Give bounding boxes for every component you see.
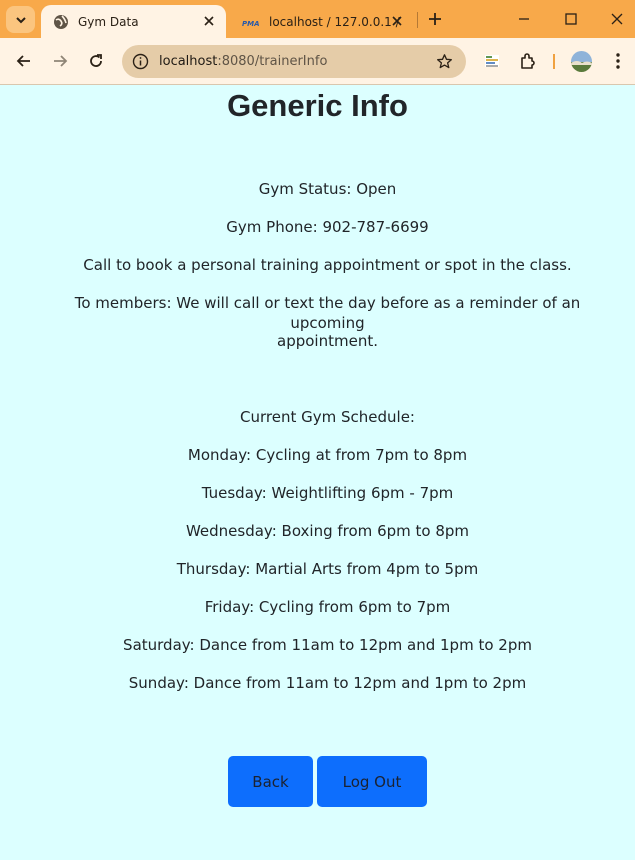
more-menu-icon[interactable] bbox=[613, 51, 623, 71]
browser-toolbar: localhost:8080/trainerInfo bbox=[0, 38, 635, 85]
reload-icon[interactable] bbox=[86, 51, 106, 71]
tab-gym-data[interactable]: Gym Data bbox=[41, 5, 226, 38]
schedule-item-tuesday: Tuesday: Weightlifting 6pm - 7pm bbox=[201, 484, 454, 502]
close-window-icon[interactable] bbox=[608, 10, 626, 28]
url-text: localhost:8080/trainerInfo bbox=[159, 54, 327, 69]
schedule-item-thursday: Thursday: Martial Arts from 4pm to 5pm bbox=[176, 560, 479, 578]
logout-button[interactable]: Log Out bbox=[317, 756, 427, 807]
forward-arrow-icon[interactable] bbox=[50, 51, 70, 71]
maximize-icon[interactable] bbox=[562, 10, 580, 28]
phpmyadmin-icon: PMA bbox=[242, 20, 260, 28]
reminder-text-line-1: To members: We will call or text the day… bbox=[74, 294, 581, 332]
schedule-item-saturday: Saturday: Dance from 11am to 12pm and 1p… bbox=[123, 636, 532, 654]
tab-title: Gym Data bbox=[78, 14, 139, 29]
bookmark-star-icon[interactable] bbox=[436, 53, 453, 70]
globe-icon bbox=[54, 14, 68, 29]
address-bar[interactable]: localhost:8080/trainerInfo bbox=[122, 45, 466, 78]
schedule-heading: Current Gym Schedule: bbox=[240, 408, 415, 426]
tab-divider bbox=[417, 12, 418, 28]
tab-search-button[interactable] bbox=[6, 6, 35, 33]
gym-status-text: Gym Status: Open bbox=[258, 180, 397, 198]
svg-text:PMA: PMA bbox=[242, 20, 260, 28]
profile-avatar[interactable] bbox=[571, 51, 592, 72]
toolbar-divider bbox=[553, 54, 555, 69]
extension-list-icon[interactable] bbox=[482, 51, 502, 71]
close-tab-icon[interactable] bbox=[390, 14, 404, 28]
schedule-item-wednesday: Wednesday: Boxing from 6pm to 8pm bbox=[185, 522, 470, 540]
schedule-item-sunday: Sunday: Dance from 11am to 12pm and 1pm … bbox=[128, 674, 527, 692]
back-arrow-icon[interactable] bbox=[14, 51, 34, 71]
new-tab-icon[interactable] bbox=[426, 10, 444, 28]
minimize-icon[interactable] bbox=[515, 10, 533, 28]
booking-info-text: Call to book a personal training appoint… bbox=[83, 256, 572, 274]
tab-phpmyadmin[interactable]: PMA localhost / 127.0.0.1 / bbox=[232, 5, 414, 38]
chevron-down-icon bbox=[15, 16, 26, 23]
browser-tab-strip: Gym Data PMA localhost / 127.0.0.1 / bbox=[0, 0, 635, 38]
schedule-item-monday: Monday: Cycling at from 7pm to 8pm bbox=[187, 446, 468, 464]
back-button[interactable]: Back bbox=[228, 756, 313, 807]
tab-title: localhost / 127.0.0.1 / bbox=[269, 14, 400, 29]
close-tab-icon[interactable] bbox=[202, 14, 216, 28]
extensions-puzzle-icon[interactable] bbox=[518, 51, 538, 71]
page-title: Generic Info bbox=[227, 88, 408, 123]
url-host: localhost bbox=[159, 54, 218, 69]
avatar-image-icon bbox=[571, 51, 592, 72]
schedule-item-friday: Friday: Cycling from 6pm to 7pm bbox=[204, 598, 451, 616]
url-path: :8080/trainerInfo bbox=[217, 54, 328, 69]
reminder-text-line-2: appointment. bbox=[277, 332, 378, 350]
page-content: Generic Info Gym Status: Open Gym Phone:… bbox=[0, 86, 635, 860]
gym-phone-text: Gym Phone: 902-787-6699 bbox=[226, 218, 429, 236]
site-info-icon[interactable] bbox=[132, 53, 149, 70]
